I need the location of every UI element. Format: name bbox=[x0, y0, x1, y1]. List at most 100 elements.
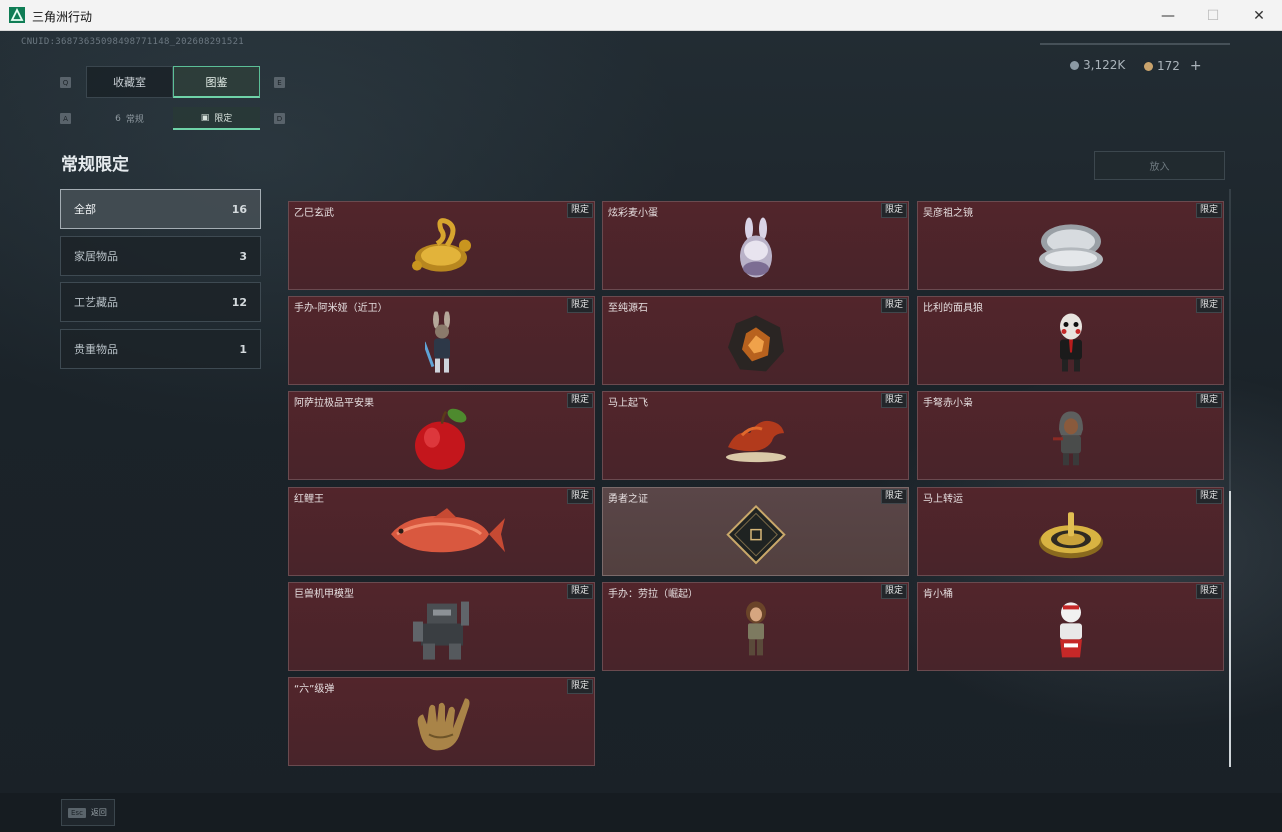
back-button[interactable]: Esc 返回 bbox=[61, 799, 115, 826]
item-name: 至纯源石 bbox=[608, 303, 648, 314]
sub-tabs: 6 常规 ▣ 限定 bbox=[86, 107, 260, 130]
limited-tag: 限定 bbox=[1195, 584, 1222, 599]
amiya-figure-icon bbox=[424, 311, 450, 373]
limited-tag: 限定 bbox=[880, 203, 907, 218]
category-count: 12 bbox=[231, 295, 247, 309]
key-hint-q: Q bbox=[60, 77, 71, 88]
compact-mirror-icon bbox=[1038, 223, 1103, 271]
item-name: 马上转运 bbox=[923, 494, 963, 505]
category-label: 工艺藏品 bbox=[74, 296, 118, 309]
item-card[interactable]: 手弩赤小枭 限定 bbox=[917, 391, 1224, 480]
item-name: 手弩赤小枭 bbox=[923, 398, 973, 409]
limited-tag: 限定 bbox=[880, 489, 907, 504]
item-card[interactable]: 马上起飞 限定 bbox=[602, 391, 909, 480]
item-name: 马上起飞 bbox=[608, 398, 648, 409]
item-card[interactable]: 至纯源石 限定 bbox=[602, 296, 909, 385]
page-title: 常规限定 bbox=[61, 155, 129, 175]
limited-tag: 限定 bbox=[566, 679, 593, 694]
game-window: 三角洲行动 — ☐ ✕ CNUID:36873635098498771148_2… bbox=[0, 0, 1282, 832]
item-card[interactable]: 吴彦祖之镜 限定 bbox=[917, 201, 1224, 290]
originium-stone-icon bbox=[727, 314, 784, 371]
item-card[interactable]: 炫彩麦小蛋 限定 bbox=[602, 201, 909, 290]
title-bar: 三角洲行动 — ☐ ✕ bbox=[0, 0, 1282, 31]
main-tabs: 收藏室 图鉴 bbox=[86, 66, 260, 98]
tab-limited[interactable]: ▣ 限定 bbox=[173, 107, 260, 130]
item-name: 巨兽机甲模型 bbox=[294, 589, 354, 600]
item-card[interactable]: “六”级弹 限定 bbox=[288, 677, 595, 766]
limited-tag: 限定 bbox=[880, 584, 907, 599]
lara-figure-icon bbox=[745, 600, 766, 655]
item-name: 红鲤王 bbox=[294, 494, 324, 505]
limited-tag: 限定 bbox=[566, 584, 593, 599]
limited-tag: 限定 bbox=[1195, 393, 1222, 408]
put-in-button[interactable]: 放入 bbox=[1094, 151, 1225, 180]
key-hint-e: E bbox=[274, 77, 285, 88]
item-card[interactable]: 勇者之证 限定 bbox=[602, 487, 909, 576]
limited-tag: 限定 bbox=[1195, 489, 1222, 504]
red-apple-icon bbox=[414, 408, 466, 470]
bucket-mascot-icon bbox=[1059, 601, 1082, 657]
item-card[interactable]: 肯小桶 限定 bbox=[917, 582, 1224, 671]
scrollbar-thumb[interactable] bbox=[1229, 491, 1231, 767]
category-home[interactable]: 家居物品 3 bbox=[60, 236, 261, 276]
category-count: 1 bbox=[239, 342, 247, 356]
minimize-button[interactable]: — bbox=[1145, 0, 1191, 31]
item-card[interactable]: 乙巳玄武 限定 bbox=[288, 201, 595, 290]
item-name: 勇者之证 bbox=[608, 494, 648, 505]
add-currency-button[interactable]: + bbox=[1190, 58, 1202, 74]
close-button[interactable]: ✕ bbox=[1236, 0, 1282, 31]
category-craft[interactable]: 工艺藏品 12 bbox=[60, 282, 261, 322]
hero-card-icon bbox=[725, 504, 786, 564]
item-card[interactable]: 红鲤王 限定 bbox=[288, 487, 595, 576]
limited-tag: 限定 bbox=[566, 489, 593, 504]
limited-tag: 限定 bbox=[880, 393, 907, 408]
hooded-figure-icon bbox=[1052, 410, 1083, 465]
item-name: 手办：劳拉（崛起） bbox=[608, 589, 698, 600]
category-count: 16 bbox=[231, 202, 247, 216]
back-label: 返回 bbox=[90, 808, 107, 817]
key-hint-a: A bbox=[60, 113, 71, 124]
category-valuable[interactable]: 贵重物品 1 bbox=[60, 329, 261, 369]
limited-tag: 限定 bbox=[880, 298, 907, 313]
item-card[interactable]: 手办：劳拉（崛起） 限定 bbox=[602, 582, 909, 671]
app-logo-icon bbox=[9, 7, 25, 23]
red-carp-icon bbox=[390, 507, 505, 552]
window-title: 三角洲行动 bbox=[32, 10, 93, 24]
item-card[interactable]: 马上转运 限定 bbox=[917, 487, 1224, 576]
category-label: 贵重物品 bbox=[74, 343, 118, 356]
limited-tag: 限定 bbox=[1195, 298, 1222, 313]
category-all[interactable]: 全部 16 bbox=[60, 189, 261, 229]
mech-model-icon bbox=[412, 601, 469, 660]
bottom-bar: Esc 返回 bbox=[0, 793, 1282, 832]
limited-tag: 限定 bbox=[566, 298, 593, 313]
tab-regular[interactable]: 6 常规 bbox=[86, 107, 173, 130]
esc-key-hint: Esc bbox=[68, 807, 86, 818]
golden-hand-icon bbox=[417, 697, 469, 750]
tab-limited-label: 限定 bbox=[214, 114, 233, 124]
top-divider bbox=[1040, 43, 1230, 45]
tab-catalog[interactable]: 图鉴 bbox=[173, 66, 260, 98]
currency-gold: 172 + bbox=[1144, 58, 1202, 74]
currency-silver: 3,122K bbox=[1070, 58, 1125, 72]
golden-compass-icon bbox=[1038, 511, 1103, 558]
item-card[interactable]: 巨兽机甲模型 限定 bbox=[288, 582, 595, 671]
item-card[interactable]: 阿萨拉极品平安果 限定 bbox=[288, 391, 595, 480]
limited-tag: 限定 bbox=[1195, 203, 1222, 218]
item-card[interactable]: 手办-阿米娅（近卫） 限定 bbox=[288, 296, 595, 385]
regular-icon: 6 bbox=[115, 113, 121, 124]
category-label: 全部 bbox=[74, 203, 96, 216]
item-card[interactable]: 比利的面具狼 限定 bbox=[917, 296, 1224, 385]
category-count: 3 bbox=[239, 249, 247, 263]
gold-amount: 172 bbox=[1157, 59, 1180, 73]
limited-icon: ▣ bbox=[200, 112, 210, 123]
item-name: 吴彦祖之镜 bbox=[923, 208, 973, 219]
item-name: “六”级弹 bbox=[294, 684, 335, 695]
maximize-button[interactable]: ☐ bbox=[1190, 0, 1236, 31]
tab-collection-room[interactable]: 收藏室 bbox=[86, 66, 173, 98]
user-id: CNUID:36873635098498771148_202608291521 bbox=[21, 37, 245, 47]
bunny-egg-icon bbox=[739, 217, 772, 278]
golden-serpent-turtle-icon bbox=[411, 217, 471, 272]
item-name: 手办-阿米娅（近卫） bbox=[294, 303, 388, 314]
silver-amount: 3,122K bbox=[1083, 58, 1126, 72]
item-name: 肯小桶 bbox=[923, 589, 953, 600]
